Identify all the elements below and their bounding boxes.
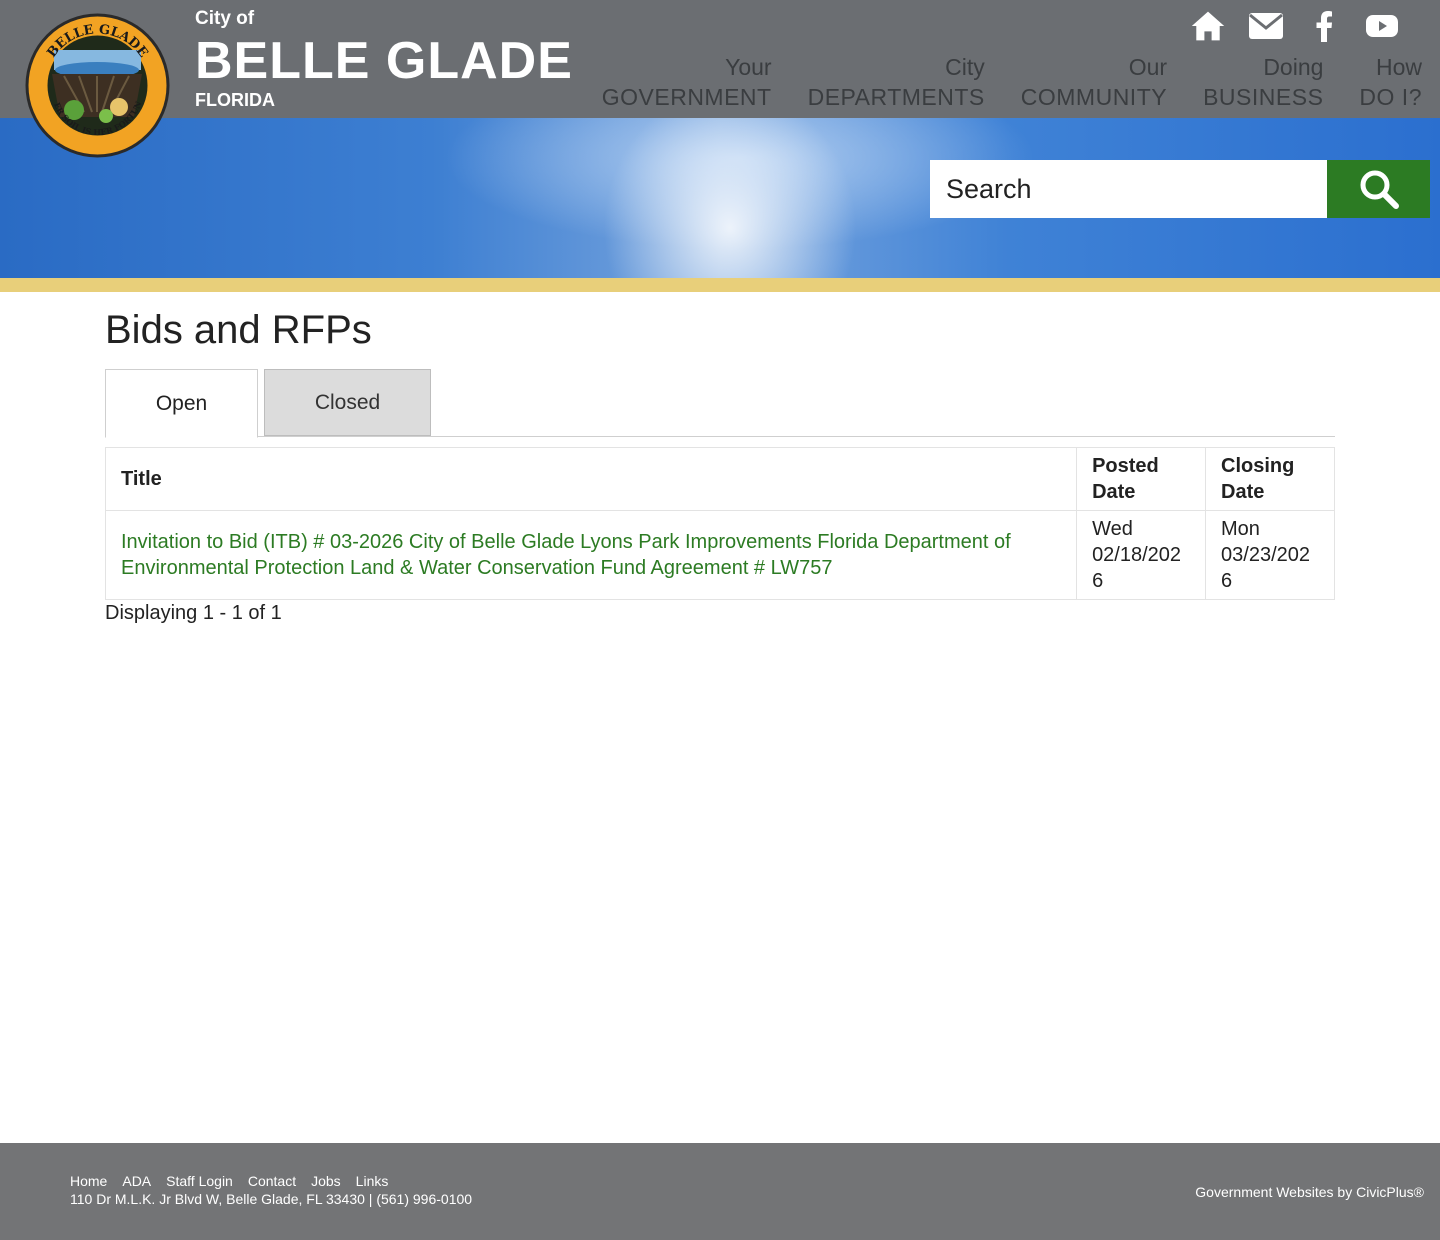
nav-label-bottom: COMMUNITY — [1020, 84, 1168, 110]
footer-links: Home ADA Staff Login Contact Jobs Links — [70, 1173, 388, 1189]
nav-label-top: Our — [1128, 54, 1168, 80]
nav-label-bottom: DO I? — [1359, 84, 1422, 110]
footer-link-home[interactable]: Home — [70, 1173, 107, 1189]
bids-table: Title Posted Date Closing Date Invitatio… — [104, 447, 1335, 600]
main-navigation: Your GOVERNMENT City DEPARTMENTS Our COM… — [602, 52, 1422, 112]
posted-date: 02/18/2026 — [1092, 544, 1182, 592]
tab-open[interactable]: Open — [105, 369, 258, 438]
footer-link-contact[interactable]: Contact — [248, 1173, 296, 1189]
bid-status-tabs: Open Closed — [105, 369, 1335, 438]
footer-link-ada[interactable]: ADA — [122, 1173, 151, 1189]
closing-day: Mon — [1221, 518, 1260, 540]
brand-city-name: BELLE GLADE — [195, 32, 573, 90]
nav-city-departments[interactable]: City DEPARTMENTS — [808, 52, 985, 112]
column-header-closing-date: Closing Date — [1205, 447, 1335, 511]
table-row: Invitation to Bid (ITB) # 03-2026 City o… — [104, 510, 1335, 600]
page-title: Bids and RFPs — [105, 308, 372, 352]
nav-your-government[interactable]: Your GOVERNMENT — [602, 52, 772, 112]
bid-title-link[interactable]: Invitation to Bid (ITB) # 03-2026 City o… — [121, 531, 1011, 579]
facebook-icon[interactable] — [1306, 8, 1342, 44]
search-icon — [1360, 170, 1399, 209]
youtube-icon[interactable] — [1364, 8, 1400, 44]
site-brand[interactable]: City of BELLE GLADE FLORIDA — [195, 8, 573, 111]
table-header-row: Title Posted Date Closing Date — [104, 447, 1335, 511]
site-search — [930, 160, 1430, 218]
nav-label-top: Doing — [1263, 54, 1324, 80]
bid-title-cell: Invitation to Bid (ITB) # 03-2026 City o… — [104, 510, 1078, 600]
home-icon[interactable] — [1190, 8, 1226, 44]
nav-doing-business[interactable]: Doing BUSINESS — [1203, 52, 1323, 112]
brand-city-of: City of — [195, 8, 255, 29]
tab-closed[interactable]: Closed — [264, 369, 431, 436]
site-header: City of BELLE GLADE FLORIDA Your GOVERNM… — [0, 0, 1440, 118]
nav-label-top: Your — [725, 54, 772, 80]
gold-divider — [0, 278, 1440, 292]
city-seal-logo[interactable]: BELLE GLADE HER SOIL IS HER FORTUNE — [20, 4, 171, 159]
main-content: Bids and RFPs Open Closed Title Posted D… — [104, 308, 1335, 625]
search-input[interactable] — [930, 160, 1327, 218]
nav-our-community[interactable]: Our COMMUNITY — [1021, 52, 1167, 112]
nav-label-bottom: DEPARTMENTS — [807, 84, 985, 110]
pagination-summary: Displaying 1 - 1 of 1 — [105, 602, 282, 624]
closing-date: 03/23/2026 — [1221, 544, 1310, 592]
nav-label-top: City — [945, 54, 985, 80]
site-footer: Home ADA Staff Login Contact Jobs Links … — [0, 1143, 1440, 1240]
nav-how-do-i[interactable]: How DO I? — [1359, 52, 1422, 112]
brand-state: FLORIDA — [195, 90, 275, 110]
footer-link-links[interactable]: Links — [356, 1173, 389, 1189]
search-button[interactable] — [1327, 160, 1430, 218]
posted-date-cell: Wed 02/18/2026 — [1076, 510, 1207, 600]
closing-date-cell: Mon 03/23/2026 — [1205, 510, 1335, 600]
footer-link-staff-login[interactable]: Staff Login — [166, 1173, 233, 1189]
social-links — [1190, 8, 1400, 44]
posted-day: Wed — [1092, 518, 1133, 540]
footer-link-jobs[interactable]: Jobs — [311, 1173, 341, 1189]
column-header-posted-date: Posted Date — [1076, 447, 1207, 511]
civicplus-credit-link[interactable]: Government Websites by CivicPlus® — [1195, 1184, 1424, 1200]
email-icon[interactable] — [1248, 8, 1284, 44]
column-header-title: Title — [104, 447, 1078, 511]
footer-address: 110 Dr M.L.K. Jr Blvd W, Belle Glade, FL… — [70, 1191, 473, 1207]
nav-label-bottom: BUSINESS — [1203, 84, 1324, 110]
nav-label-top: How — [1375, 54, 1422, 80]
nav-label-bottom: GOVERNMENT — [601, 84, 772, 110]
